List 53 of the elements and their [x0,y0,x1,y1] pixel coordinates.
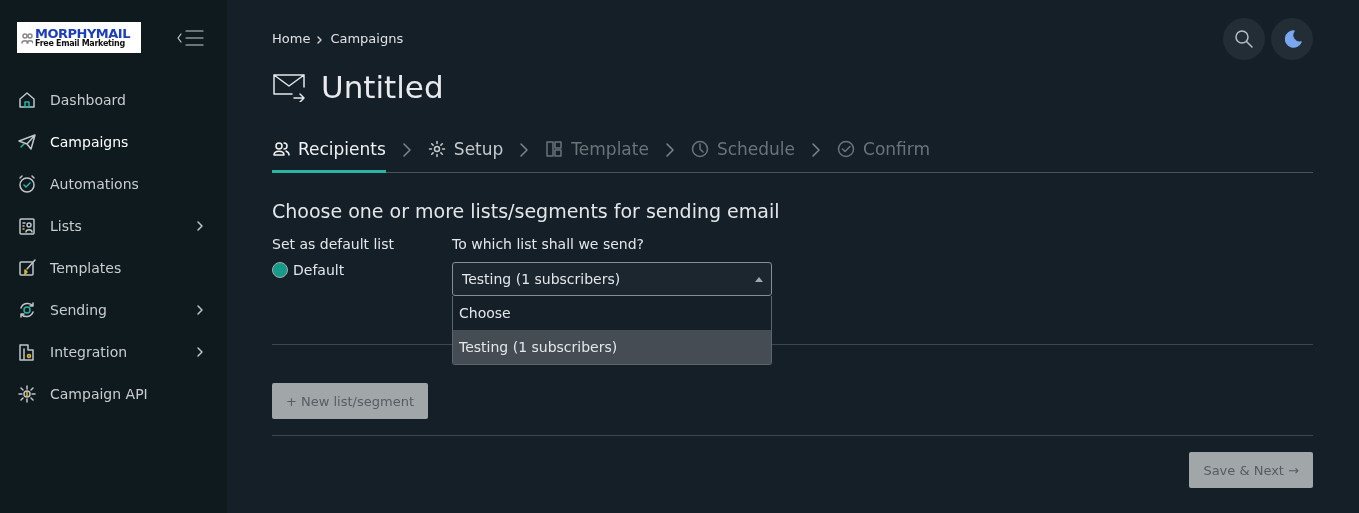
chevron-icon [196,220,204,232]
step-icon [272,140,290,158]
logo-tagline: Free Email Marketing [35,40,125,48]
radio-button[interactable] [272,262,288,278]
sidebar-item[interactable]: Lists [17,205,227,247]
theme-button[interactable] [1271,18,1313,60]
nav-icon [17,342,37,362]
step-icon [545,140,564,158]
nav-icon [17,384,37,404]
step-icon [427,140,446,158]
search-icon [1234,29,1254,49]
logo-name: MORPHYMAIL [35,27,130,40]
chevron-icon [401,142,412,158]
field-label: Set as default list [272,236,396,252]
breadcrumb-link[interactable]: Campaigns [330,31,404,46]
chevron-icon [519,142,530,158]
sidebar-item[interactable]: Dashboard [17,79,227,121]
nav-icon [17,174,37,194]
caret-up-icon [755,276,763,282]
chevron-icon [196,346,204,358]
sidebar-item[interactable]: Sending [17,289,227,331]
sidebar-item[interactable]: Integration [17,331,227,373]
chevron-icon [664,142,675,158]
sidebar-item[interactable]: Campaign API [17,373,227,415]
nav-icon [17,216,37,236]
nav-icon [17,132,37,152]
section-heading: Choose one or more lists/segments for sending email [272,200,781,222]
chevron-icon [196,304,204,316]
sidebar-item[interactable]: Campaigns [17,121,227,163]
nav-icon [17,258,37,278]
step-icon [837,140,856,158]
page-title: Untitled [321,69,444,105]
nav-icon [17,90,37,110]
field-label: To which list shall we send? [452,236,646,252]
sidebar-item[interactable]: Automations [17,163,227,205]
search-button[interactable] [1223,18,1265,60]
step-icon [690,140,709,158]
nav-icon [17,300,37,320]
chevron-icon [316,33,325,44]
dropdown-option[interactable]: Testing (1 subscribers) [453,330,771,364]
moon-icon [1282,29,1302,49]
step-tab[interactable]: Recipients [272,128,386,173]
chevron-icon [811,142,822,158]
step-tab[interactable]: Setup [427,128,504,173]
radio-option[interactable]: Default [272,262,396,278]
people-icon [21,31,33,44]
radio-label: Default [293,262,345,278]
envelope-icon [272,72,306,102]
breadcrumb-link[interactable]: Home [272,31,311,46]
menu-icon[interactable] [176,29,204,46]
list-select[interactable]: Testing (1 subscribers) [452,262,772,296]
dropdown-option[interactable]: Choose [453,296,771,330]
sidebar-item[interactable]: Templates [17,247,227,289]
